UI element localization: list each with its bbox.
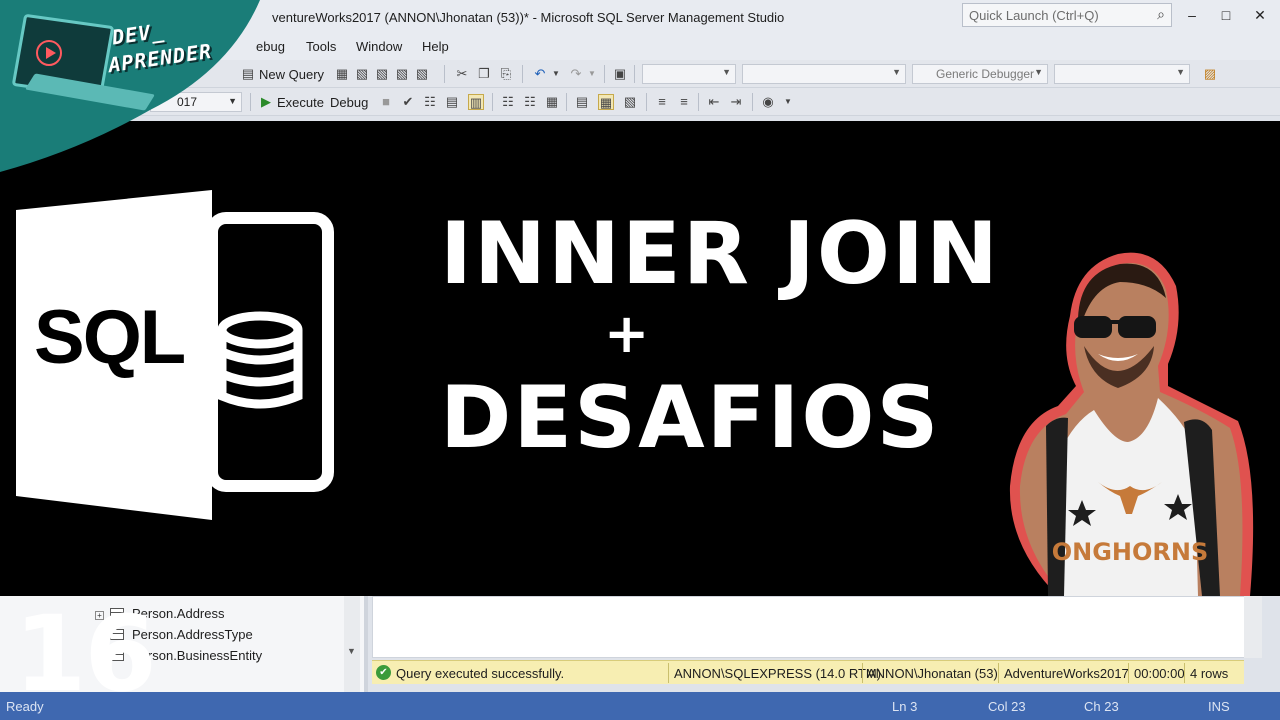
chevron-down-icon: ▼ <box>892 67 901 77</box>
chevron-down-icon: ▼ <box>1034 67 1043 77</box>
results-to-file-icon[interactable]: ▧ <box>622 94 638 110</box>
server-name: ANNON\SQLEXPRESS (14.0 RTM) <box>674 666 882 681</box>
display-estimated-plan-icon[interactable]: ☷ <box>422 94 438 110</box>
query-status-bar: ✔ Query executed successfully. ANNON\SQL… <box>372 660 1244 684</box>
shirt-text: ONGHORNS <box>1052 538 1209 566</box>
mdx-query-icon[interactable]: ▧ <box>354 66 370 82</box>
results-to-grid-icon[interactable]: ▦ <box>598 94 614 110</box>
toolbar-separator <box>604 65 605 83</box>
properties-icon[interactable]: ▨ <box>1202 66 1218 82</box>
debug-button[interactable]: Debug <box>330 95 368 110</box>
menu-window[interactable]: Window <box>356 39 402 54</box>
dax-query-icon[interactable]: ▧ <box>414 66 430 82</box>
status-divider <box>862 663 863 683</box>
paste-icon[interactable]: ⎘ <box>498 66 514 82</box>
copy-icon[interactable]: ❐ <box>476 66 492 82</box>
insert-mode-indicator: INS <box>1208 699 1230 714</box>
menu-debug[interactable]: ebug <box>256 39 285 54</box>
toolbar-separator <box>444 65 445 83</box>
undo-icon[interactable]: ↶ <box>532 66 548 82</box>
database-name: AdventureWorks2017 <box>1004 666 1129 681</box>
solution-configurations-select[interactable]: ▼ <box>642 64 736 84</box>
database-engine-query-icon[interactable]: ▦ <box>334 66 350 82</box>
parse-check-icon[interactable]: ✔ <box>400 94 416 110</box>
client-statistics-icon[interactable]: ▦ <box>544 94 560 110</box>
play-icon: ▶ <box>261 94 271 109</box>
cut-icon[interactable]: ✂ <box>454 66 470 82</box>
debugger-label: Generic Debugger <box>936 67 1035 81</box>
char-indicator: Ch 23 <box>1084 699 1119 714</box>
headline-line2: DESAFIOS <box>440 368 941 468</box>
uncomment-lines-icon[interactable]: ≡ <box>676 94 692 110</box>
xmla-query-icon[interactable]: ▧ <box>394 66 410 82</box>
close-icon[interactable]: ✕ <box>1240 4 1280 26</box>
solution-platforms-select[interactable]: ▼ <box>742 64 906 84</box>
dmx-query-icon[interactable]: ▧ <box>374 66 390 82</box>
login-name: ANNON\Jhonatan (53) <box>867 666 998 681</box>
brand-corner: DEV_ APRENDER <box>0 0 260 180</box>
success-check-icon: ✔ <box>376 665 391 680</box>
decrease-indent-icon[interactable]: ⇤ <box>706 94 722 110</box>
status-divider <box>998 663 999 683</box>
find-select[interactable]: ▼ <box>1054 64 1190 84</box>
play-icon <box>36 40 62 66</box>
debugger-select[interactable]: Generic Debugger ▼ <box>912 64 1048 84</box>
row-count: 4 rows <box>1190 666 1229 681</box>
execute-button[interactable]: Execute <box>277 95 324 110</box>
stop-icon[interactable]: ■ <box>378 94 394 110</box>
chevron-down-icon: ▼ <box>1176 67 1185 77</box>
chevron-down-icon[interactable]: ▼ <box>584 66 600 82</box>
intellisense-icon[interactable]: ▥ <box>468 94 484 110</box>
elapsed-time: 00:00:00 <box>1134 666 1185 681</box>
toolbar-separator <box>522 65 523 83</box>
specify-template-values-icon[interactable]: ◉ <box>760 94 776 110</box>
actual-plan-icon[interactable]: ☷ <box>500 94 516 110</box>
status-divider <box>668 663 669 683</box>
activity-monitor-icon[interactable]: ▣ <box>612 66 628 82</box>
headline-line1: INNER JOIN <box>440 204 1000 304</box>
chevron-down-icon: ▼ <box>722 67 731 77</box>
episode-number: 16 <box>14 593 157 715</box>
line-indicator: Ln 3 <box>892 699 918 714</box>
sql-logo-text: SQL <box>34 295 186 380</box>
query-status-message: Query executed successfully. <box>396 666 565 681</box>
results-pane <box>372 596 1252 658</box>
column-indicator: Col 23 <box>988 699 1026 714</box>
increase-indent-icon[interactable]: ⇥ <box>728 94 744 110</box>
chevron-down-icon[interactable]: ▼ <box>548 66 564 82</box>
status-divider <box>1184 663 1185 683</box>
quick-launch-placeholder: Quick Launch (Ctrl+Q) <box>969 8 1099 23</box>
toolbar-separator <box>566 93 567 111</box>
toolbar-separator <box>634 65 635 83</box>
presenter-photo: ONGHORNS <box>1009 252 1254 596</box>
object-explorer-scrollbar[interactable]: ▼ <box>344 596 360 692</box>
chevron-down-icon[interactable]: ▼ <box>347 646 356 656</box>
redo-icon[interactable]: ↷ <box>568 66 584 82</box>
menu-help[interactable]: Help <box>422 39 449 54</box>
search-icon[interactable]: ⌕ <box>1157 6 1165 23</box>
quick-launch-input[interactable]: Quick Launch (Ctrl+Q) ⌕ <box>962 3 1172 27</box>
menu-tools[interactable]: Tools <box>306 39 336 54</box>
toolbar-separator <box>752 93 753 111</box>
toolbar-separator <box>698 93 699 111</box>
status-bar: Ready Ln 3 Col 23 Ch 23 INS <box>0 692 1280 720</box>
results-scrollbar[interactable] <box>1244 596 1262 658</box>
new-query-button[interactable]: New Query <box>259 67 324 82</box>
toolbar-separator <box>492 93 493 111</box>
comment-lines-icon[interactable]: ≡ <box>654 94 670 110</box>
results-to-text-icon[interactable]: ▤ <box>574 94 590 110</box>
window-title: ventureWorks2017 (ANNON\Jhonatan (53))* … <box>272 10 785 25</box>
headline-plus: + <box>604 302 650 365</box>
chevron-down-icon[interactable]: ▼ <box>780 94 796 110</box>
live-statistics-icon[interactable]: ☷ <box>522 94 538 110</box>
query-options-icon[interactable]: ▤ <box>444 94 460 110</box>
status-divider <box>1128 663 1129 683</box>
toolbar-separator <box>646 93 647 111</box>
